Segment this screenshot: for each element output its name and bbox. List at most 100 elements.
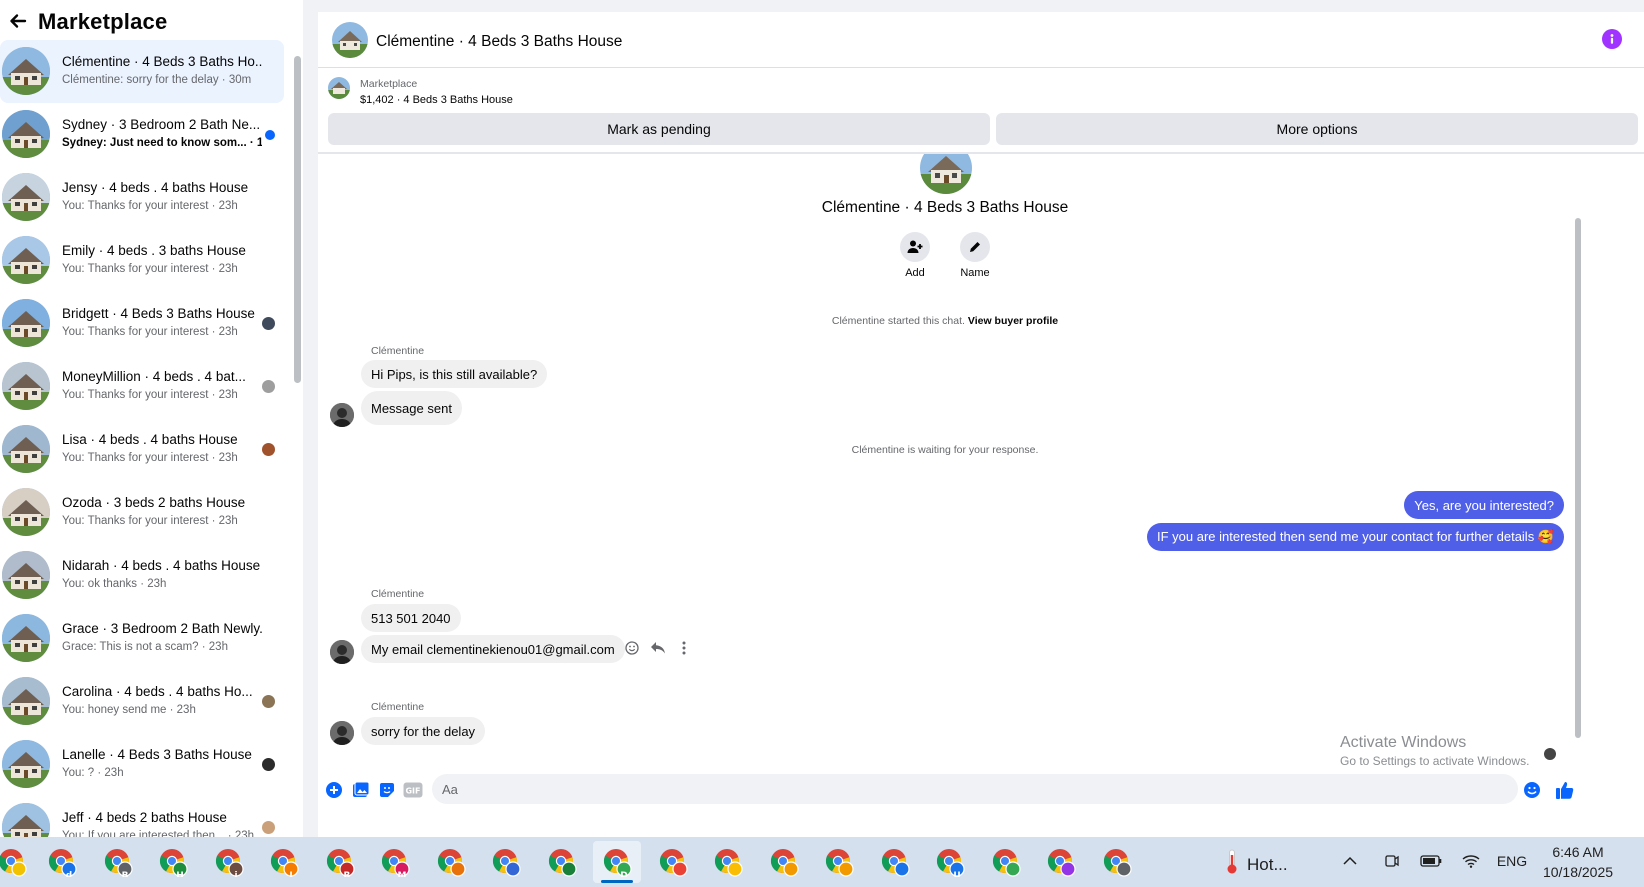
incoming-message[interactable]: sorry for the delay [361, 717, 486, 745]
incoming-message[interactable]: My email clementinekienou01@gmail.com [361, 635, 625, 663]
weather-text: Hot... [1247, 854, 1288, 874]
chrome-profile-icon[interactable] [871, 841, 919, 883]
conversation-item[interactable]: Sydney · 3 Bedroom 2 Bath Ne... Sydney: J… [0, 103, 284, 166]
chevron-up-icon[interactable] [1338, 849, 1362, 873]
add-person-button[interactable]: Add [885, 232, 945, 279]
conversation-item[interactable]: Nidarah · 4 beds . 4 baths House You: ok … [0, 544, 284, 607]
chat-title[interactable]: Clémentine · 4 Beds 3 Baths House [376, 33, 622, 51]
conversation-item[interactable]: Lisa · 4 beds . 4 baths House You: Thanks… [0, 418, 284, 481]
gif-icon[interactable]: GIF [403, 780, 423, 800]
read-receipt-avatar [262, 317, 275, 330]
message-input[interactable] [432, 774, 1518, 804]
sticker-icon[interactable] [377, 780, 397, 800]
chrome-profile-icon[interactable] [1093, 841, 1141, 883]
thread-scrollbar[interactable] [1574, 154, 1584, 764]
scrollbar-thumb[interactable] [294, 56, 301, 383]
mark-as-pending-button[interactable]: Mark as pending [328, 113, 990, 145]
conversation-item[interactable]: Carolina · 4 beds . 4 baths Ho... You: ho… [0, 670, 284, 733]
chrome-profile-icon[interactable] [427, 841, 475, 883]
chrome-profile-icon[interactable]: I [260, 841, 308, 883]
image-icon[interactable] [351, 780, 371, 800]
conversation-item[interactable]: Emily · 4 beds . 3 baths House You: Thank… [0, 229, 284, 292]
avatar[interactable] [332, 22, 368, 58]
language-indicator[interactable]: ENG [1496, 849, 1528, 873]
avatar [2, 47, 50, 95]
avatar [2, 236, 50, 284]
chrome-profile-icon[interactable] [982, 841, 1030, 883]
conversation-item[interactable]: Jensy · 4 beds . 4 baths House You: Thank… [0, 166, 284, 229]
chrome-profile-icon[interactable] [815, 841, 863, 883]
avatar [2, 362, 50, 410]
reply-icon[interactable] [650, 640, 666, 656]
chrome-profile-icon[interactable]: R [316, 841, 364, 883]
outgoing-message[interactable]: IF you are interested then send me your … [1147, 523, 1564, 551]
chrome-profile-icon[interactable] [482, 841, 530, 883]
conversation-item[interactable]: Jeff · 4 beds 2 baths House You: If you a… [0, 796, 284, 837]
avatar [2, 551, 50, 599]
conversation-list: Clémentine · 4 Beds 3 Baths Ho... Clément… [0, 40, 284, 837]
chrome-profile-icon[interactable]: B [94, 841, 142, 883]
more-vertical-icon[interactable] [676, 640, 692, 656]
svg-text:M: M [398, 871, 407, 877]
chrome-profile-icon[interactable]: U [926, 841, 974, 883]
avatar [2, 110, 50, 158]
incoming-message[interactable]: 513 501 2040 [361, 604, 461, 632]
edit-name-button[interactable]: Name [945, 232, 1005, 279]
sidebar-scrollbar[interactable] [294, 44, 302, 837]
chrome-profile-icon[interactable]: d [38, 841, 86, 883]
conversation-item[interactable]: Clémentine · 4 Beds 3 Baths Ho... Clément… [0, 40, 284, 103]
info-icon[interactable] [1602, 29, 1622, 49]
plus-circle-icon[interactable] [324, 780, 344, 800]
waiting-note: Clémentine is waiting for your response. [851, 444, 1039, 456]
conversation-item[interactable]: MoneyMillion · 4 beds . 4 bat... You: Tha… [0, 355, 284, 418]
conversation-name: MoneyMillion · 4 beds . 4 bat... [62, 369, 246, 384]
avatar[interactable] [330, 721, 354, 745]
conversation-name: Bridgett · 4 Beds 3 Baths House [62, 306, 255, 321]
emoji-icon[interactable] [1522, 780, 1542, 800]
more-options-button[interactable]: More options [996, 113, 1638, 145]
battery-icon[interactable] [1418, 849, 1444, 873]
chrome-profile-icon[interactable] [649, 841, 697, 883]
conversation-preview: You: Thanks for your interest · 23h [62, 389, 238, 401]
conversation-name: Jensy · 4 beds . 4 baths House [62, 180, 249, 195]
chrome-profile-icon[interactable] [0, 841, 36, 883]
avatar[interactable] [330, 403, 354, 427]
windows-activation-watermark: Activate Windows Go to Settings to activ… [1340, 734, 1529, 768]
avatar [920, 154, 972, 194]
conversation-item[interactable]: Bridgett · 4 Beds 3 Baths House You: Than… [0, 292, 284, 355]
scrollbar-thumb[interactable] [1575, 218, 1581, 738]
incoming-message[interactable]: Hi Pips, is this still available? [361, 360, 548, 388]
conversation-item[interactable]: Grace · 3 Bedroom 2 Bath Newly... Grace: … [0, 607, 284, 670]
chrome-profile-icon[interactable]: M [371, 841, 419, 883]
chrome-profile-icon[interactable]: H [149, 841, 197, 883]
arrow-left-icon[interactable] [7, 10, 29, 32]
wifi-icon[interactable] [1459, 849, 1483, 873]
chrome-profile-icon[interactable] [538, 841, 586, 883]
chrome-profile-icon[interactable] [760, 841, 808, 883]
chrome-profile-icon[interactable]: D [593, 841, 641, 883]
avatar[interactable] [330, 640, 354, 664]
outgoing-message[interactable]: Yes, are you interested? [1404, 491, 1564, 519]
conversation-preview: You: Thanks for your interest · 23h [62, 515, 238, 527]
listing-summary[interactable]: Marketplace $1,402 · 4 Beds 3 Baths Hous… [318, 69, 1644, 119]
conversation-name: Jeff · 4 beds 2 baths House [62, 810, 227, 825]
thumbs-up-icon[interactable] [1555, 780, 1575, 800]
chrome-profile-icon[interactable] [1037, 841, 1085, 883]
add-person-icon[interactable] [900, 232, 930, 262]
conversation-item[interactable]: Ozoda · 3 beds 2 baths House You: Thanks … [0, 481, 284, 544]
meet-icon[interactable] [1380, 849, 1404, 873]
system-clock[interactable]: 6:46 AM 10/18/2025 [1528, 842, 1628, 882]
message-actions [624, 640, 692, 656]
view-buyer-profile-link[interactable]: View buyer profile [968, 315, 1058, 327]
conversation-preview: You: Thanks for your interest · 23h [62, 326, 238, 338]
chrome-profile-icon[interactable]: j [205, 841, 253, 883]
pencil-icon[interactable] [960, 232, 990, 262]
weather-widget[interactable]: Hot... [1225, 849, 1288, 880]
conversation-item[interactable]: Lanelle · 4 Beds 3 Baths House You: ? · 2… [0, 733, 284, 796]
react-emoji-icon[interactable] [624, 640, 640, 656]
conversation-preview: You: honey send me · 23h [62, 704, 196, 716]
conversation-name: Emily · 4 beds . 3 baths House [62, 243, 246, 258]
gif-label: GIF [405, 787, 420, 796]
incoming-message[interactable]: Message sent [361, 391, 462, 425]
chrome-profile-icon[interactable] [704, 841, 752, 883]
